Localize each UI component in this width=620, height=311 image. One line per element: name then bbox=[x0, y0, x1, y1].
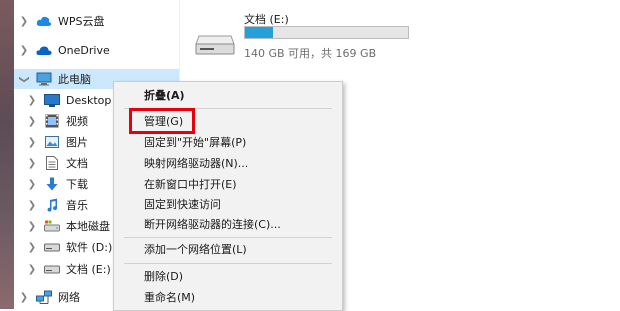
chevron-right-icon[interactable]: ❯ bbox=[26, 116, 38, 127]
video-folder-icon bbox=[44, 113, 60, 129]
drive-tile-e[interactable]: 文档 (E:) 140 GB 可用，共 169 GB bbox=[195, 8, 435, 60]
chevron-right-icon[interactable]: ❯ bbox=[26, 200, 38, 211]
drive-icon bbox=[44, 261, 60, 277]
menu-item-add-network-location[interactable]: 添加一个网络位置(L) bbox=[144, 240, 247, 258]
computer-icon bbox=[36, 71, 52, 87]
chevron-right-icon[interactable]: ❯ bbox=[18, 292, 30, 303]
nav-item-drive-d[interactable]: ❯ 软件 (D:) bbox=[26, 237, 112, 257]
menu-separator bbox=[124, 263, 332, 264]
nav-item-label: 文档 bbox=[66, 155, 88, 171]
music-icon bbox=[44, 197, 60, 213]
drive-usage-fill bbox=[245, 27, 273, 38]
menu-item-rename[interactable]: 重命名(M) bbox=[144, 288, 195, 306]
nav-item-network[interactable]: ❯ 网络 bbox=[18, 287, 80, 307]
nav-item-desktop[interactable]: ❯ Desktop bbox=[26, 90, 111, 110]
nav-item-label: 音乐 bbox=[66, 197, 88, 213]
chevron-right-icon[interactable]: ❯ bbox=[26, 221, 38, 232]
hard-drive-icon bbox=[195, 30, 235, 56]
nav-item-label: WPS云盘 bbox=[58, 13, 105, 29]
menu-item-disconnect-network-drive[interactable]: 断开网络驱动器的连接(C)... bbox=[144, 215, 281, 233]
nav-item-label: 图片 bbox=[66, 134, 88, 150]
annotation-highlight-box bbox=[129, 108, 195, 134]
nav-item-label: 下载 bbox=[66, 176, 88, 192]
nav-item-label: 网络 bbox=[58, 289, 80, 305]
chevron-right-icon[interactable]: ❯ bbox=[18, 45, 30, 56]
menu-item-delete[interactable]: 删除(D) bbox=[144, 267, 183, 285]
nav-item-label: 视频 bbox=[66, 113, 88, 129]
nav-item-downloads[interactable]: ❯ 下载 bbox=[26, 174, 88, 194]
chevron-right-icon[interactable]: ❯ bbox=[18, 16, 30, 27]
nav-item-label: 软件 (D:) bbox=[66, 239, 112, 255]
menu-separator bbox=[124, 237, 332, 238]
drive-name: 文档 (E:) bbox=[244, 11, 289, 27]
nav-item-drive-e[interactable]: ❯ 文档 (E:) bbox=[26, 259, 111, 279]
chevron-right-icon[interactable]: ❯ bbox=[26, 95, 38, 106]
nav-item-label: 文档 (E:) bbox=[66, 261, 111, 277]
chevron-right-icon[interactable]: ❯ bbox=[26, 137, 38, 148]
menu-item-open-new-window[interactable]: 在新窗口中打开(E) bbox=[144, 175, 237, 193]
nav-item-videos[interactable]: ❯ 视频 bbox=[26, 111, 88, 131]
desktop-folder-icon bbox=[44, 92, 60, 108]
menu-item-pin-to-start[interactable]: 固定到"开始"屏幕(P) bbox=[144, 133, 246, 151]
chevron-down-icon[interactable]: ❯ bbox=[19, 73, 30, 85]
context-menu: 折叠(A) 管理(G) 固定到"开始"屏幕(P) 映射网络驱动器(N)... 在… bbox=[113, 81, 343, 311]
nav-item-local-disk-c[interactable]: ❯ 本地磁盘 (C bbox=[26, 216, 125, 236]
nav-item-label: Desktop bbox=[66, 94, 111, 107]
chevron-right-icon[interactable]: ❯ bbox=[26, 179, 38, 190]
nav-item-music[interactable]: ❯ 音乐 bbox=[26, 195, 88, 215]
nav-item-pictures[interactable]: ❯ 图片 bbox=[26, 132, 88, 152]
menu-item-pin-quick-access[interactable]: 固定到快速访问 bbox=[144, 195, 221, 213]
menu-item-map-network-drive[interactable]: 映射网络驱动器(N)... bbox=[144, 154, 248, 172]
chevron-right-icon[interactable]: ❯ bbox=[26, 264, 38, 275]
nav-item-documents[interactable]: ❯ 文档 bbox=[26, 153, 88, 173]
drive-free-space: 140 GB 可用，共 169 GB bbox=[244, 45, 376, 61]
drive-usage-bar bbox=[244, 26, 409, 39]
desktop-background bbox=[0, 0, 14, 309]
chevron-right-icon[interactable]: ❯ bbox=[26, 158, 38, 169]
onedrive-icon bbox=[36, 42, 52, 58]
menu-item-collapse[interactable]: 折叠(A) bbox=[144, 86, 185, 104]
pictures-folder-icon bbox=[44, 134, 60, 150]
nav-item-wps-cloud[interactable]: ❯ WPS云盘 bbox=[18, 11, 105, 31]
nav-item-onedrive[interactable]: ❯ OneDrive bbox=[18, 40, 110, 60]
cloud-icon bbox=[36, 13, 52, 29]
network-icon bbox=[36, 289, 52, 305]
chevron-right-icon[interactable]: ❯ bbox=[26, 242, 38, 253]
nav-item-label: 此电脑 bbox=[58, 71, 91, 87]
local-disk-icon bbox=[44, 218, 60, 234]
nav-item-label: OneDrive bbox=[58, 44, 110, 57]
download-icon bbox=[44, 176, 60, 192]
documents-folder-icon bbox=[44, 155, 60, 171]
drive-icon bbox=[44, 239, 60, 255]
